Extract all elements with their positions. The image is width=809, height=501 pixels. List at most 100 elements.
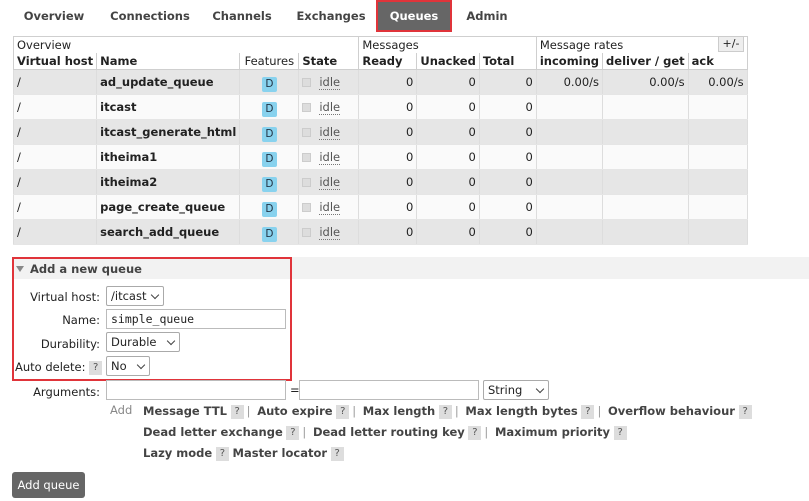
column-toggle-button[interactable]: +/- — [718, 36, 744, 52]
help-icon[interactable]: ? — [286, 425, 300, 440]
separator: | — [302, 425, 307, 439]
cell-virtual-host: / — [12, 219, 98, 245]
arg-auto-expire[interactable]: Auto expire — [257, 404, 332, 418]
argument-type-select[interactable]: String — [483, 380, 549, 400]
arg-max-length[interactable]: Max length — [363, 404, 435, 418]
help-icon[interactable]: ? — [330, 446, 344, 461]
cell-incoming-rate — [535, 169, 604, 195]
group-messages: Messages — [358, 36, 537, 53]
cell-ready: 0 — [358, 219, 418, 245]
cell-ack-rate — [687, 219, 748, 245]
cell-ready: 0 — [358, 194, 418, 220]
arg-max-length-bytes[interactable]: Max length bytes — [465, 404, 577, 418]
queues-table: Overview Messages Message rates Virtual … — [12, 36, 748, 245]
table-row[interactable]: / page_create_queue Didle 0 0 0 — [12, 194, 748, 220]
table-row[interactable]: / ad_update_queue Didle 0 0 0 0.00/s 0.00/s 0.00… — [12, 69, 748, 95]
add-queue-button[interactable]: Add queue — [12, 472, 85, 498]
tab-overview[interactable]: Overview — [18, 0, 90, 32]
col-total[interactable]: Total — [478, 52, 537, 70]
help-icon[interactable]: ? — [613, 425, 627, 440]
cell-queue-name[interactable]: itcast_generate_html — [96, 119, 241, 145]
durable-badge: D — [261, 151, 277, 167]
cell-queue-name[interactable]: search_add_queue — [96, 219, 241, 245]
auto-delete-value: No — [111, 359, 127, 373]
tab-channels[interactable]: Channels — [208, 0, 276, 32]
arg-maximum-priority[interactable]: Maximum priority — [495, 425, 610, 439]
cell-unacked: 0 — [416, 119, 480, 145]
help-icon[interactable]: ? — [738, 404, 752, 419]
table-row[interactable]: / itcast_generate_html Didle 0 0 0 — [12, 119, 748, 145]
tab-queues[interactable]: Queues — [376, 0, 452, 32]
state-text: idle — [319, 150, 341, 165]
virtual-host-value: /itcast — [111, 289, 147, 303]
help-icon[interactable]: ? — [215, 446, 229, 461]
separator: | — [454, 404, 459, 418]
cell-queue-name[interactable]: itheima1 — [96, 144, 241, 170]
separator: | — [246, 404, 251, 418]
argument-shortcuts-row-2: Dead letter exchange ? | Dead letter rout… — [143, 425, 627, 440]
arg-message-ttl[interactable]: Message TTL — [143, 404, 227, 418]
table-row[interactable]: / search_add_queue Didle 0 0 0 — [12, 219, 748, 245]
help-icon[interactable]: ? — [468, 425, 482, 440]
arg-dead-letter-exchange[interactable]: Dead letter exchange — [143, 425, 283, 439]
cell-state: idle — [298, 119, 360, 145]
argument-key-input[interactable] — [106, 380, 286, 400]
add-queue-toggle[interactable]: Add a new queue — [16, 262, 142, 276]
help-icon[interactable]: ? — [438, 404, 452, 419]
name-label: Name: — [62, 313, 100, 327]
arguments-label: Arguments: — [33, 385, 100, 399]
col-name[interactable]: Name — [96, 52, 241, 70]
top-navigation: Overview Connections Channels Exchanges … — [0, 0, 809, 32]
cell-queue-name[interactable]: itcast — [96, 94, 241, 120]
help-icon[interactable]: ? — [230, 404, 244, 419]
col-ready[interactable]: Ready — [358, 52, 418, 70]
durable-badge: D — [261, 101, 277, 117]
cell-total: 0 — [478, 94, 537, 120]
cell-ready: 0 — [358, 69, 418, 95]
queue-name-input[interactable]: simple_queue — [106, 309, 286, 329]
col-unacked[interactable]: Unacked — [416, 52, 480, 70]
tab-connections[interactable]: Connections — [108, 0, 192, 32]
table-row[interactable]: / itheima2 Didle 0 0 0 — [12, 169, 748, 195]
arg-overflow-behaviour[interactable]: Overflow behaviour — [608, 404, 735, 418]
arg-dead-letter-routing-key[interactable]: Dead letter routing key — [313, 425, 465, 439]
auto-delete-help-icon[interactable]: ? — [89, 360, 103, 375]
cell-queue-name[interactable]: page_create_queue — [96, 194, 241, 220]
durable-badge: D — [261, 76, 277, 92]
arg-lazy-mode[interactable]: Lazy mode — [143, 446, 212, 460]
cell-ack-rate — [687, 194, 748, 220]
tab-exchanges[interactable]: Exchanges — [292, 0, 370, 32]
help-icon[interactable]: ? — [581, 404, 595, 419]
argument-shortcuts-row-3: Lazy mode ? Master locator ? — [143, 446, 344, 461]
cell-features: D — [239, 219, 300, 245]
cell-features: D — [239, 194, 300, 220]
col-state[interactable]: State — [298, 52, 360, 70]
cell-ready: 0 — [358, 144, 418, 170]
arg-master-locator[interactable]: Master locator — [233, 446, 328, 460]
cell-deliver-get-rate — [602, 169, 689, 195]
cell-features: D — [239, 69, 300, 95]
cell-virtual-host: / — [12, 69, 98, 95]
table-row[interactable]: / itcast Didle 0 0 0 — [12, 94, 748, 120]
col-deliver-get[interactable]: deliver / get — [602, 52, 689, 70]
durable-badge: D — [261, 126, 277, 142]
state-text: idle — [319, 75, 341, 90]
argument-value-input[interactable] — [299, 380, 479, 400]
cell-queue-name[interactable]: itheima2 — [96, 169, 241, 195]
group-overview: Overview — [12, 36, 360, 53]
cell-features: D — [239, 94, 300, 120]
virtual-host-select[interactable]: /itcast — [106, 286, 164, 306]
auto-delete-select[interactable]: No — [106, 356, 150, 376]
table-row[interactable]: / itheima1 Didle 0 0 0 — [12, 144, 748, 170]
durability-select[interactable]: Durable — [106, 332, 180, 352]
tab-admin[interactable]: Admin — [462, 0, 512, 32]
col-virtual-host[interactable]: Virtual host — [12, 52, 98, 70]
state-indicator-icon — [302, 228, 312, 237]
cell-queue-name[interactable]: ad_update_queue — [96, 69, 241, 95]
col-ack[interactable]: ack — [687, 52, 748, 70]
cell-virtual-host: / — [12, 169, 98, 195]
col-incoming[interactable]: incoming — [535, 52, 604, 70]
chevron-down-icon — [136, 360, 146, 370]
help-icon[interactable]: ? — [336, 404, 350, 419]
cell-unacked: 0 — [416, 194, 480, 220]
